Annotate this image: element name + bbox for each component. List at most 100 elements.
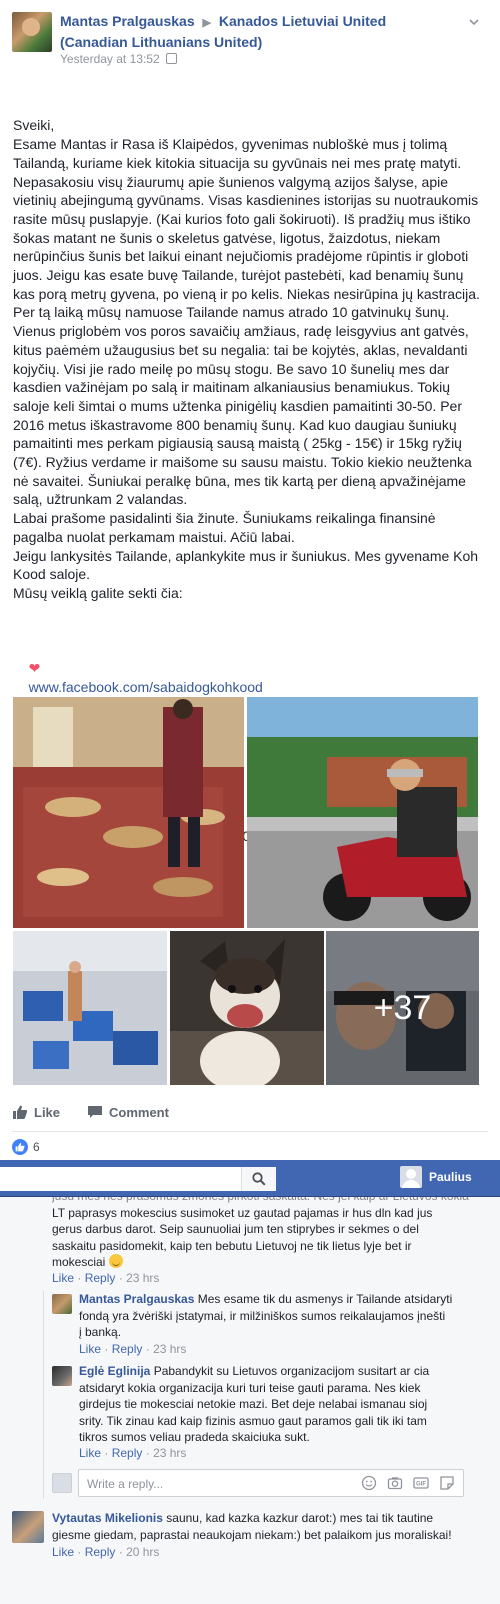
- commenter-name[interactable]: Eglė Eglinija: [79, 1364, 150, 1378]
- separator: ·: [118, 1271, 123, 1285]
- top-navigation-bar: Paulius: [0, 1160, 500, 1197]
- reply-comment: Eglė Eglinija Pabandykit su Lietuvos org…: [79, 1363, 479, 1446]
- separator: ·: [145, 1446, 150, 1460]
- comment-time[interactable]: 23 hrs: [126, 1271, 159, 1285]
- comment-actions: Like · Reply · 23 hrs: [79, 1446, 186, 1460]
- post-text-line: Kood saloje.: [13, 566, 91, 583]
- post-text-line: juos. Jeigu kas esate buvę Tailande, tur…: [13, 267, 464, 284]
- comment-time[interactable]: 20 hrs: [126, 1545, 159, 1559]
- comment-line: LT paprasys mokescius susimoket uz gauta…: [52, 1205, 433, 1220]
- post-text-line: kojyčių. Visi jie rado meilę po mūsų sto…: [13, 360, 450, 377]
- separator: ·: [104, 1446, 109, 1460]
- comment-actions: Like · Reply · 23 hrs: [79, 1342, 186, 1356]
- post-text-line: vietinių abejingumą gyvūnams. Visas kasd…: [13, 192, 479, 209]
- author-name-link[interactable]: Mantas Pralgauskas: [60, 13, 195, 29]
- post-text-line: Vienus priglobėm vos poros savaičių amži…: [13, 323, 469, 340]
- commenter-name[interactable]: Mantas Pralgauskas: [79, 1292, 194, 1306]
- comment-like-link[interactable]: Like: [79, 1342, 101, 1356]
- comment-reply-link[interactable]: Reply: [112, 1342, 143, 1356]
- comment-button[interactable]: Comment: [87, 1104, 169, 1120]
- comment-reply-link[interactable]: Reply: [85, 1271, 116, 1285]
- comment-text-partial: jusu mes nes prasomus zmones pirkoti sas…: [52, 1197, 482, 1205]
- author-avatar[interactable]: [12, 12, 52, 52]
- search-input[interactable]: [0, 1167, 276, 1191]
- post-photo-selfie-more[interactable]: +37: [326, 931, 479, 1085]
- post-text-line: Nepasakosiu visų žiaurumų apie šunienos …: [13, 173, 449, 190]
- reply-placeholder: Write a reply...: [87, 1477, 164, 1491]
- avatar: [52, 1473, 72, 1493]
- post-text-line: šokas matant ne šunis o skeletus gatvėse…: [13, 229, 441, 246]
- separator: ·: [77, 1271, 82, 1285]
- post-header: Mantas Pralgauskas ▶ Kanados Lietuviai U…: [12, 10, 482, 70]
- reply-comment: Mantas Pralgauskas Mes esame tik du asme…: [79, 1291, 479, 1341]
- post-timestamp[interactable]: Yesterday at 13:52: [60, 52, 160, 66]
- comment-line: srity. Tik zinau kad kaip fizinis asmuo …: [79, 1413, 427, 1428]
- gif-icon[interactable]: GIF: [413, 1475, 429, 1491]
- comment-line: saskaitu pasidomekit, kaip ten bebutu Li…: [52, 1238, 412, 1253]
- comment-like-link[interactable]: Like: [52, 1545, 74, 1559]
- like-label: Like: [34, 1104, 61, 1120]
- more-photos-overlay[interactable]: +37: [326, 931, 479, 1085]
- separator: ·: [118, 1545, 123, 1559]
- post-text-line: pagalba nuolat perkamam maistui. Ačiū la…: [13, 528, 295, 545]
- reply-input[interactable]: Write a reply... GIF: [78, 1469, 464, 1497]
- comment-line: fondą yra žvėriški įstatymai, ir milžini…: [79, 1308, 446, 1323]
- commenter-name[interactable]: Vytautas Mikelionis: [52, 1511, 163, 1525]
- comment-like-link[interactable]: Like: [79, 1446, 101, 1460]
- post-text-line: nė savaitei. Šuniukai peralkę būna, mes …: [13, 472, 466, 489]
- comment-label: Comment: [109, 1104, 169, 1120]
- profile-name: Paulius: [429, 1170, 472, 1184]
- separator: ·: [77, 1545, 82, 1559]
- post-text-line: (7€). Ryžius verdame ir maišome su sausu…: [13, 454, 472, 471]
- post-photo-crates[interactable]: [13, 931, 167, 1085]
- post-photo-dog-smiling[interactable]: [170, 931, 324, 1085]
- post-text-line: kasdien važinėjam po salą ir maitinam al…: [13, 379, 451, 396]
- post-photo-scooter[interactable]: [247, 697, 478, 928]
- comment-line: Mes esame tik du asmenys ir Tailande ats…: [197, 1292, 453, 1306]
- audience-icon[interactable]: [165, 53, 177, 64]
- comment-reply-link[interactable]: Reply: [85, 1545, 116, 1559]
- post-meta: Yesterday at 13:52: [60, 52, 177, 66]
- comment-time[interactable]: 23 hrs: [153, 1342, 186, 1356]
- post-text-line: Tailandą, kuriame kiek kitokia situacija…: [13, 154, 462, 171]
- avatar[interactable]: [52, 1294, 72, 1314]
- comment-line: tikros sumos veliau pradeda skaiciuka su…: [79, 1430, 310, 1444]
- post-photo-dogs-floor[interactable]: [13, 697, 244, 928]
- profile-link[interactable]: Paulius: [400, 1166, 472, 1188]
- comment-icon: [88, 1106, 102, 1118]
- post-title: Mantas Pralgauskas ▶ Kanados Lietuviai U…: [60, 12, 440, 52]
- avatar[interactable]: [12, 1511, 44, 1543]
- comment-line: gerus darbus darot. Seip saunuoliai jum …: [52, 1222, 419, 1236]
- chevron-down-icon[interactable]: [468, 16, 482, 30]
- reactions-summary[interactable]: 6: [12, 1139, 40, 1155]
- post-text-line: saloje keli šimtai o mums užtenka pinigė…: [13, 397, 462, 414]
- like-reaction-icon: [12, 1139, 28, 1155]
- emoji-icon[interactable]: [361, 1475, 377, 1491]
- comment-actions: Like · Reply · 20 hrs: [52, 1545, 159, 1559]
- post-text-line: 2016 metus iškastravome 800 benamių šunų…: [13, 416, 457, 433]
- comment-reply-link[interactable]: Reply: [112, 1446, 143, 1460]
- sticker-icon[interactable]: [439, 1475, 455, 1491]
- avatar: [400, 1166, 422, 1188]
- post-text-line: kitus paėmėm užaugusius bet su negalia: …: [13, 341, 468, 358]
- post-actions: Like Comment: [12, 1100, 482, 1124]
- reply-input-icons: GIF: [361, 1475, 455, 1491]
- avatar[interactable]: [52, 1366, 72, 1386]
- search-button[interactable]: [241, 1167, 276, 1191]
- comment: Vytautas Mikelionis saunu, kad kazka kaz…: [52, 1510, 484, 1543]
- comment-like-link[interactable]: Like: [52, 1271, 74, 1285]
- page-link[interactable]: www.facebook.com/sabaidogkohkood: [29, 679, 263, 695]
- search-icon: [252, 1172, 266, 1186]
- thumbs-up-icon: [13, 1105, 28, 1119]
- camera-icon[interactable]: [387, 1475, 403, 1491]
- post-text-line: nerūpinčius šunis bet laikui einant neju…: [13, 248, 469, 265]
- smile-emoji-icon: [108, 1254, 123, 1268]
- comment-time[interactable]: 23 hrs: [153, 1446, 186, 1460]
- comment-line: atsidaryt kokia organizacija kuri turi t…: [79, 1380, 421, 1395]
- comments-section: jusu mes nes prasomus zmones pirkoti sas…: [0, 1197, 500, 1604]
- heart-icon: ❤: [28, 659, 41, 676]
- separator: ·: [145, 1342, 150, 1356]
- like-button[interactable]: Like: [12, 1104, 60, 1120]
- post-text-line: Mūsų veiklą galite sekti čia:: [13, 584, 183, 601]
- reaction-count: 6: [33, 1140, 40, 1154]
